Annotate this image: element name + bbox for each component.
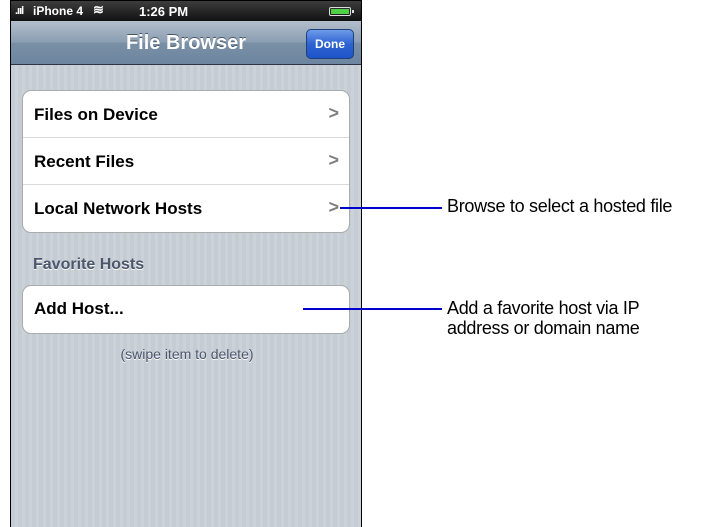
callout-line-browse bbox=[340, 207, 442, 209]
chevron-right-icon: > bbox=[328, 197, 339, 217]
wifi-icon: ≋ bbox=[93, 2, 104, 17]
list-item-label: Files on Device bbox=[34, 105, 158, 124]
chevron-right-icon: > bbox=[328, 150, 339, 170]
battery-icon bbox=[329, 7, 354, 16]
list-item-label: Recent Files bbox=[34, 152, 135, 171]
list-item-add-host[interactable]: Add Host... bbox=[23, 286, 349, 333]
list-item-local-network-hosts[interactable]: Local Network Hosts > bbox=[23, 185, 349, 232]
list-item-label: Local Network Hosts bbox=[34, 199, 203, 218]
signal-icon: .ııl bbox=[15, 5, 24, 17]
favorite-hosts-header: Favorite Hosts bbox=[33, 256, 145, 273]
done-button[interactable]: Done bbox=[306, 29, 354, 59]
carrier-name: iPhone 4 bbox=[33, 4, 84, 18]
callout-browse: Browse to select a hosted file bbox=[447, 196, 673, 216]
favorites-list: Add Host... bbox=[22, 285, 350, 334]
status-time: 1:26 PM bbox=[139, 4, 189, 19]
status-bar: .ııl iPhone 4 ≋ 1:26 PM bbox=[11, 1, 361, 21]
list-item-files-on-device[interactable]: Files on Device > bbox=[23, 91, 349, 138]
list-item-recent-files[interactable]: Recent Files > bbox=[23, 138, 349, 185]
main-list: Files on Device > Recent Files > Local N… bbox=[22, 90, 350, 233]
callout-line-favorite bbox=[303, 308, 442, 310]
phone-screen: .ııl iPhone 4 ≋ 1:26 PM File Browser Don… bbox=[10, 0, 362, 527]
swipe-hint: (swipe item to delete) bbox=[120, 346, 254, 362]
callout-favorite-line1: Add a favorite host via IP bbox=[447, 298, 640, 318]
chevron-right-icon: > bbox=[328, 103, 339, 123]
list-item-label: Add Host... bbox=[34, 299, 124, 318]
callout-favorite-line2: address or domain name bbox=[447, 318, 640, 338]
navigation-bar: File Browser Done bbox=[11, 21, 361, 65]
